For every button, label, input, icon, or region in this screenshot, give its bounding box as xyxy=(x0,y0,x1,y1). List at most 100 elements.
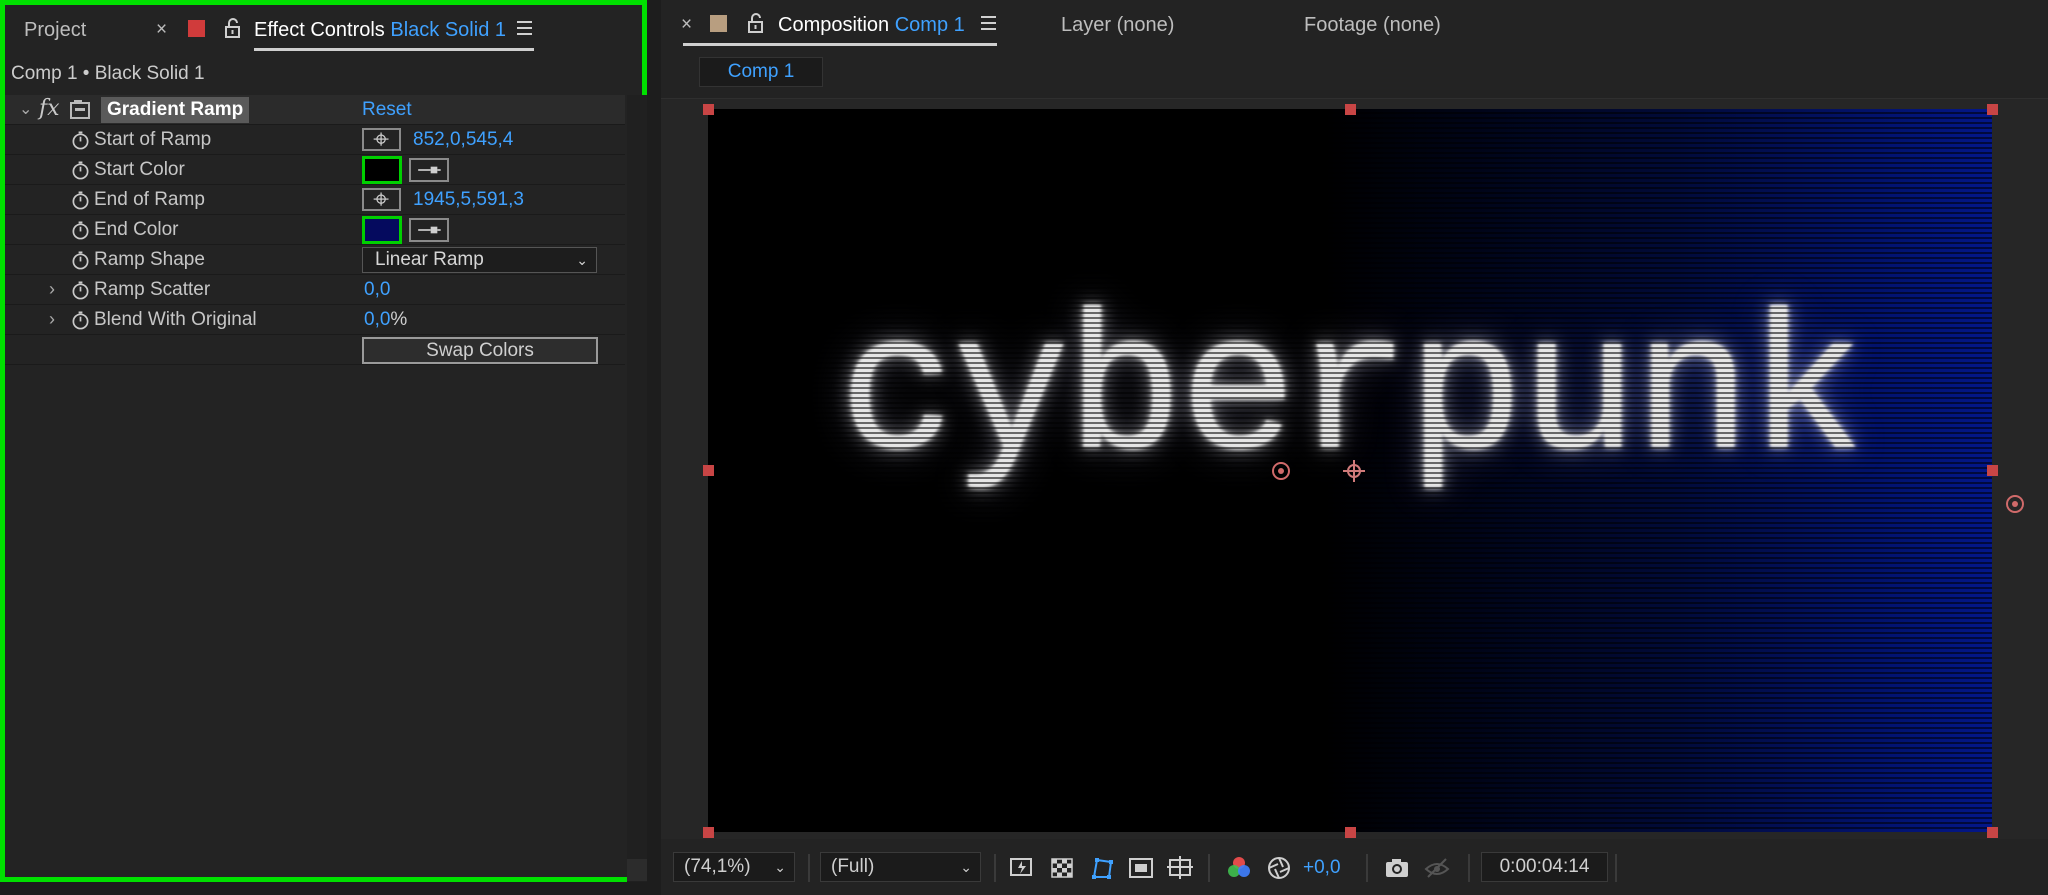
layer-handle[interactable] xyxy=(1987,104,1998,115)
effect-header-row[interactable]: ⌄ fx Gradient Ramp Reset xyxy=(5,95,625,125)
scrollbar-track[interactable] xyxy=(627,95,647,882)
effect-name[interactable]: Gradient Ramp xyxy=(101,97,250,123)
stopwatch-icon[interactable] xyxy=(71,131,90,150)
show-snapshot-icon[interactable] xyxy=(1424,855,1450,881)
tab-composition-name: Comp 1 xyxy=(894,14,965,36)
close-tab-icon[interactable]: × xyxy=(156,19,167,41)
separator xyxy=(994,854,996,882)
composition-viewer[interactable]: cyberpunk xyxy=(661,98,2048,839)
current-time-display[interactable]: 0:00:04:14 xyxy=(1481,852,1608,882)
chevron-down-icon: ⌄ xyxy=(774,859,786,875)
point-picker-icon[interactable] xyxy=(362,128,401,151)
region-of-interest-icon[interactable] xyxy=(1128,855,1154,881)
ramp-shape-label: Ramp Shape xyxy=(94,249,205,270)
end-of-ramp-value[interactable]: 1945,5,591,3 xyxy=(413,189,524,211)
ramp-shape-value: Linear Ramp xyxy=(375,249,484,270)
toggle-mask-visibility-icon[interactable] xyxy=(1089,855,1115,881)
twirl-right-icon[interactable]: › xyxy=(49,309,55,330)
unlock-icon[interactable] xyxy=(222,17,244,39)
tab-effect-controls[interactable]: Effect Controls Black Solid 1 xyxy=(254,19,506,42)
transparency-grid-icon[interactable] xyxy=(1049,855,1075,881)
tab-effect-controls-layer: Black Solid 1 xyxy=(390,19,506,41)
unlock-icon[interactable] xyxy=(745,12,767,34)
start-of-ramp-label: Start of Ramp xyxy=(94,129,212,150)
stopwatch-icon[interactable] xyxy=(71,311,90,330)
property-row-end-of-ramp: End of Ramp 1945,5,591,3 xyxy=(5,185,625,215)
magnification-dropdown[interactable]: (74,1%) ⌄ xyxy=(673,852,795,882)
start-of-ramp-value[interactable]: 852,0,545,4 xyxy=(413,129,513,151)
tab-composition-label: Composition xyxy=(778,14,890,36)
ramp-scatter-value[interactable]: 0,0 xyxy=(364,279,390,301)
layer-path: Comp 1 • Black Solid 1 xyxy=(11,63,205,84)
active-tab-underline xyxy=(254,48,534,51)
start-color-swatch[interactable] xyxy=(362,156,402,184)
layer-handle[interactable] xyxy=(1345,827,1356,838)
end-of-ramp-point-icon[interactable] xyxy=(2004,493,2026,515)
grid-guide-options-icon[interactable] xyxy=(1167,855,1193,881)
layer-handle[interactable] xyxy=(1987,465,1998,476)
layer-handle[interactable] xyxy=(703,465,714,476)
chevron-down-icon: ⌄ xyxy=(576,252,588,268)
eyedropper-icon[interactable] xyxy=(409,218,449,242)
left-tab-bar: Project × Effect Controls Black Solid 1 xyxy=(5,5,642,57)
zoom-value: (74,1%) xyxy=(684,856,751,877)
effect-controls-panel: Project × Effect Controls Black Solid 1 … xyxy=(0,0,647,882)
end-of-ramp-label: End of Ramp xyxy=(94,189,205,210)
blend-with-original-value[interactable]: 0,0% xyxy=(364,309,407,331)
end-color-swatch[interactable] xyxy=(362,216,402,244)
property-row-blend-with-original: › Blend With Original 0,0% xyxy=(5,305,625,335)
fx-toggle-icon[interactable]: fx xyxy=(39,96,60,121)
stopwatch-icon[interactable] xyxy=(71,221,90,240)
resolution-dropdown[interactable]: (Full) ⌄ xyxy=(820,852,981,882)
tab-footage[interactable]: Footage (none) xyxy=(1304,14,1441,37)
separator xyxy=(1366,854,1368,882)
layer-handle[interactable] xyxy=(1345,104,1356,115)
twirl-down-icon[interactable]: ⌄ xyxy=(19,99,32,119)
scrollbar-thumb[interactable] xyxy=(627,859,647,881)
fast-previews-icon[interactable] xyxy=(1009,855,1035,881)
stopwatch-icon[interactable] xyxy=(71,281,90,300)
show-channel-icon[interactable] xyxy=(1226,855,1252,881)
comp-breadcrumb[interactable]: Comp 1 xyxy=(699,57,823,87)
close-tab-icon[interactable]: × xyxy=(681,14,692,36)
stopwatch-icon[interactable] xyxy=(71,191,90,210)
tab-composition[interactable]: Composition Comp 1 xyxy=(778,14,965,37)
separator xyxy=(1615,854,1617,882)
viewer-footer-toolbar: (74,1%) ⌄ (Full) ⌄ +0,0 0:00:04:14 xyxy=(661,846,2048,891)
property-row-start-of-ramp: Start of Ramp 852,0,545,4 xyxy=(5,125,625,155)
layer-label-color-icon xyxy=(188,20,205,37)
stopwatch-icon[interactable] xyxy=(71,161,90,180)
anchor-point-icon[interactable] xyxy=(1341,458,1367,484)
chevron-down-icon: ⌄ xyxy=(960,859,972,875)
swap-colors-button[interactable]: Swap Colors xyxy=(362,337,598,364)
panel-menu-icon[interactable] xyxy=(981,16,996,34)
panel-menu-icon[interactable] xyxy=(517,21,532,39)
point-picker-icon[interactable] xyxy=(362,188,401,211)
reset-link[interactable]: Reset xyxy=(362,99,412,121)
twirl-right-icon[interactable]: › xyxy=(49,279,55,300)
eyedropper-icon[interactable] xyxy=(409,158,449,182)
layer-handle[interactable] xyxy=(1987,827,1998,838)
separator xyxy=(808,854,810,882)
ramp-scatter-label: Ramp Scatter xyxy=(94,279,211,300)
take-snapshot-icon[interactable] xyxy=(1384,855,1410,881)
property-row-swap-colors: Swap Colors xyxy=(5,335,625,365)
property-row-start-color: Start Color xyxy=(5,155,625,185)
start-color-label: Start Color xyxy=(94,159,185,180)
effect-preset-icon xyxy=(70,100,90,119)
exposure-value[interactable]: +0,0 xyxy=(1303,857,1341,879)
tab-project[interactable]: Project xyxy=(24,19,86,42)
exposure-reset-icon[interactable] xyxy=(1266,855,1292,881)
property-row-ramp-shape: Ramp Shape Linear Ramp ⌄ xyxy=(5,245,625,275)
layer-handle[interactable] xyxy=(703,827,714,838)
composition-panel: × Composition Comp 1 Layer (none) Footag… xyxy=(661,0,2048,895)
end-color-label: End Color xyxy=(94,219,179,240)
active-tab-underline xyxy=(683,43,997,46)
start-of-ramp-point-icon[interactable] xyxy=(1270,460,1292,482)
blend-value-number: 0,0 xyxy=(364,309,391,330)
layer-handle[interactable] xyxy=(703,104,714,115)
tab-layer[interactable]: Layer (none) xyxy=(1061,14,1174,37)
property-row-ramp-scatter: › Ramp Scatter 0,0 xyxy=(5,275,625,305)
stopwatch-icon[interactable] xyxy=(71,251,90,270)
ramp-shape-dropdown[interactable]: Linear Ramp ⌄ xyxy=(362,247,597,273)
